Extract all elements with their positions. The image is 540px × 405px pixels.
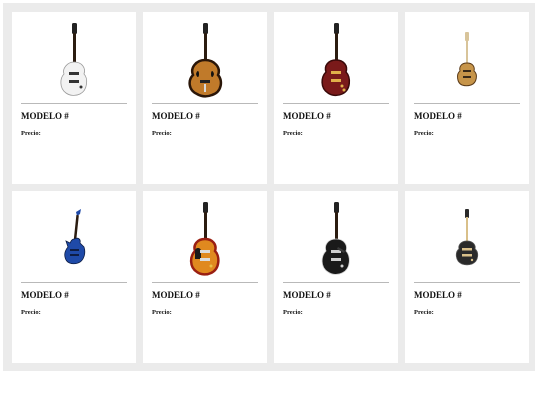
card-divider bbox=[21, 282, 127, 283]
guitar-icon bbox=[321, 23, 351, 97]
model-label: MODELO # bbox=[21, 111, 69, 121]
product-card[interactable]: MODELO # Precio: bbox=[274, 191, 398, 363]
guitar-image[interactable] bbox=[143, 20, 267, 100]
guitar-image[interactable] bbox=[405, 20, 529, 100]
guitar-icon bbox=[64, 209, 86, 265]
product-card[interactable]: MODELO # Precio: bbox=[274, 12, 398, 184]
guitar-image[interactable] bbox=[274, 199, 398, 279]
guitar-image[interactable] bbox=[405, 199, 529, 279]
card-divider bbox=[21, 103, 127, 104]
guitar-image[interactable] bbox=[12, 199, 136, 279]
price-label: Precio: bbox=[21, 309, 41, 316]
card-divider bbox=[283, 282, 389, 283]
model-label: MODELO # bbox=[152, 290, 200, 300]
price-label: Precio: bbox=[152, 309, 172, 316]
product-card[interactable]: MODELO # Precio: bbox=[405, 191, 529, 363]
product-card[interactable]: MODELO # Precio: bbox=[12, 12, 136, 184]
price-label: Precio: bbox=[283, 130, 303, 137]
guitar-icon bbox=[188, 23, 223, 98]
model-label: MODELO # bbox=[21, 290, 69, 300]
guitar-icon bbox=[321, 202, 350, 275]
model-label: MODELO # bbox=[414, 290, 462, 300]
product-card[interactable]: MODELO # Precio: bbox=[405, 12, 529, 184]
card-divider bbox=[152, 282, 258, 283]
card-divider bbox=[414, 282, 520, 283]
product-card[interactable]: MODELO # Precio: bbox=[12, 191, 136, 363]
card-divider bbox=[152, 103, 258, 104]
model-label: MODELO # bbox=[414, 111, 462, 121]
product-card[interactable]: MODELO # Precio: bbox=[143, 12, 267, 184]
price-label: Precio: bbox=[414, 130, 434, 137]
guitar-image[interactable] bbox=[12, 20, 136, 100]
guitar-icon bbox=[189, 202, 220, 276]
guitar-icon bbox=[455, 209, 479, 266]
price-label: Precio: bbox=[152, 130, 172, 137]
model-label: MODELO # bbox=[283, 290, 331, 300]
product-grid: MODELO # Precio: MODELO # Precio: MODELO… bbox=[3, 3, 535, 371]
model-label: MODELO # bbox=[152, 111, 200, 121]
guitar-image[interactable] bbox=[274, 20, 398, 100]
price-label: Precio: bbox=[21, 130, 41, 137]
product-card[interactable]: MODELO # Precio: bbox=[143, 191, 267, 363]
card-divider bbox=[414, 103, 520, 104]
price-label: Precio: bbox=[283, 309, 303, 316]
guitar-icon bbox=[457, 32, 477, 87]
guitar-icon bbox=[60, 23, 88, 96]
card-divider bbox=[283, 103, 389, 104]
price-label: Precio: bbox=[414, 309, 434, 316]
guitar-image[interactable] bbox=[143, 199, 267, 279]
model-label: MODELO # bbox=[283, 111, 331, 121]
